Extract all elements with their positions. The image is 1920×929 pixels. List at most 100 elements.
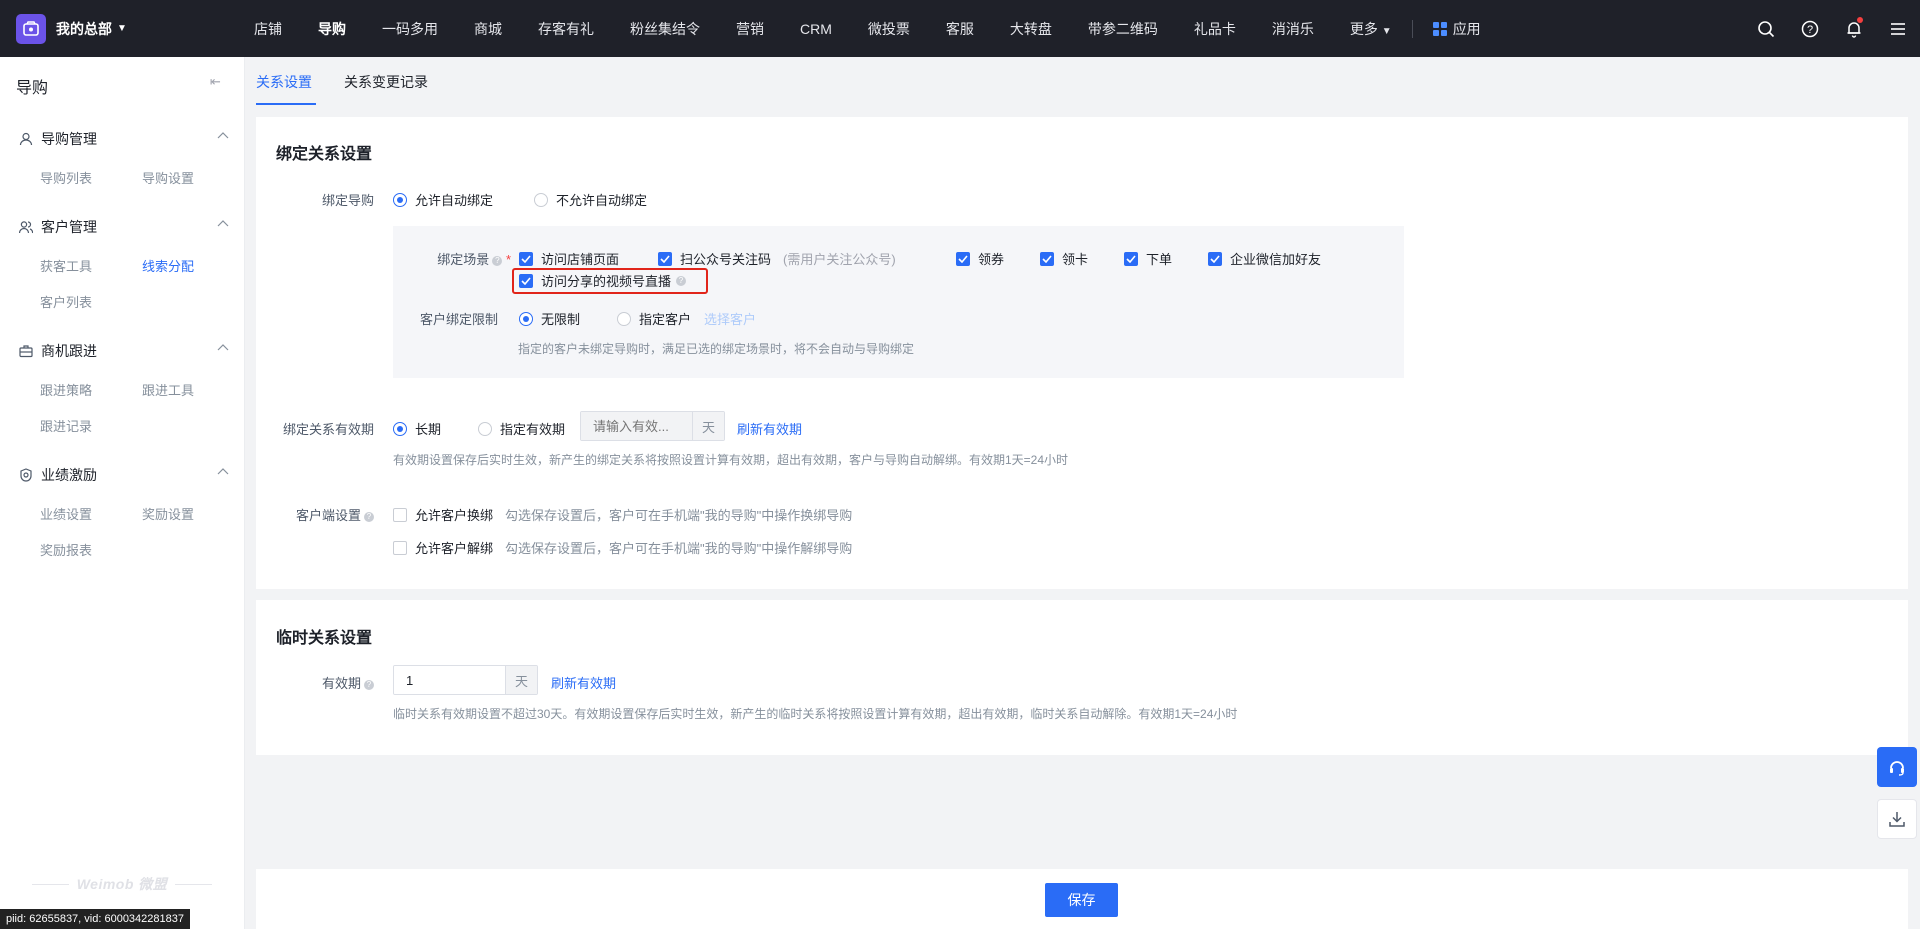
checkbox-card[interactable]: 领卡 bbox=[1040, 249, 1088, 268]
radio-label: 不允许自动绑定 bbox=[556, 193, 648, 208]
nav-item-fans[interactable]: 粉丝集结令 bbox=[630, 19, 700, 39]
sidebar-group-customer-management[interactable]: 客户管理 bbox=[19, 217, 229, 237]
nav-item-vote[interactable]: 微投票 bbox=[868, 19, 910, 39]
sidebar-item-reward-settings[interactable]: 奖励设置 bbox=[142, 504, 194, 523]
chevron-up-icon bbox=[217, 468, 229, 475]
radio-specified-validity[interactable]: 指定有效期 bbox=[478, 419, 565, 438]
sidebar-item-customer-list[interactable]: 客户列表 bbox=[40, 292, 92, 311]
sidebar-item-reward-report[interactable]: 奖励报表 bbox=[40, 540, 92, 559]
sidebar-item-guide-settings[interactable]: 导购设置 bbox=[142, 168, 194, 187]
sidebar-item-performance-settings[interactable]: 业绩设置 bbox=[40, 504, 92, 523]
checkbox-note: (需用户关注公众号) bbox=[783, 252, 896, 267]
help-icon[interactable]: ? bbox=[364, 512, 374, 522]
radio-long-term[interactable]: 长期 bbox=[393, 419, 441, 438]
weimob-logo: Weimob 微盟 bbox=[76, 876, 168, 892]
temp-validity-hint: 临时关系有效期设置不超过30天。有效期设置保存后实时生效，新产生的临时关系将按照… bbox=[393, 707, 1238, 721]
nav-item-giftcard[interactable]: 礼品卡 bbox=[1194, 19, 1236, 39]
checkbox-wecom-friend[interactable]: 企业微信加好友 bbox=[1208, 249, 1321, 268]
help-icon[interactable]: ? bbox=[492, 256, 503, 266]
refresh-temp-validity-link[interactable]: 刷新有效期 bbox=[551, 673, 616, 692]
unit-days-addon: 天 bbox=[505, 666, 537, 694]
checkbox-allow-rebind[interactable]: 允许客户换绑 勾选保存设置后，客户可在手机端"我的导购"中操作换绑导购 bbox=[393, 505, 852, 524]
sidebar-group-performance-incentive[interactable]: 业绩激励 bbox=[19, 465, 229, 485]
radio-label: 指定客户 bbox=[639, 312, 692, 327]
refresh-validity-link[interactable]: 刷新有效期 bbox=[737, 419, 802, 438]
temp-validity-input[interactable] bbox=[394, 666, 505, 694]
nav-item-gift[interactable]: 存客有礼 bbox=[538, 19, 594, 39]
collapse-sidebar-icon[interactable]: ⇤ bbox=[210, 74, 221, 90]
footer-action-bar: 保存 bbox=[256, 869, 1908, 929]
checkbox-label: 下单 bbox=[1146, 252, 1173, 267]
nav-item-crm[interactable]: CRM bbox=[800, 21, 832, 37]
checkbox-desc: 勾选保存设置后，客户可在手机端"我的导购"中操作解绑导购 bbox=[505, 541, 853, 556]
select-customer-link[interactable]: 选择客户 bbox=[704, 309, 756, 328]
bell-icon[interactable] bbox=[1832, 0, 1876, 57]
sidebar-group-opportunity-followup[interactable]: 商机跟进 bbox=[19, 341, 229, 361]
save-button[interactable]: 保存 bbox=[1045, 883, 1118, 917]
nav-item-more[interactable]: 更多 ▼ bbox=[1350, 19, 1392, 39]
radio-specified-customers[interactable]: 指定客户 bbox=[617, 309, 691, 328]
checkbox-allow-unbind[interactable]: 允许客户解绑 勾选保存设置后，客户可在手机端"我的导购"中操作解绑导购 bbox=[393, 538, 852, 557]
checkbox-visit-store[interactable]: 访问店铺页面 bbox=[519, 249, 619, 268]
nav-item-store[interactable]: 店铺 bbox=[254, 19, 282, 39]
help-icon[interactable]: ? bbox=[364, 680, 374, 690]
tab-relationship-change-log[interactable]: 关系变更记录 bbox=[344, 72, 428, 92]
nav-item-service[interactable]: 客服 bbox=[946, 19, 974, 39]
sidebar-item-followup-tools[interactable]: 跟进工具 bbox=[142, 380, 194, 399]
checkmark-icon bbox=[1210, 254, 1220, 263]
checkbox-label: 扫公众号关注码 bbox=[680, 252, 772, 267]
search-icon[interactable] bbox=[1744, 0, 1788, 57]
radio-label: 长期 bbox=[415, 422, 442, 437]
sidebar-group-guide-management[interactable]: 导购管理 bbox=[19, 129, 229, 149]
sidebar-item-followup-strategy[interactable]: 跟进策略 bbox=[40, 380, 92, 399]
nav-item-guide[interactable]: 导购 bbox=[318, 19, 346, 39]
client-settings-label: 客户端设置? bbox=[276, 505, 374, 524]
nav-item-wheel[interactable]: 大转盘 bbox=[1010, 19, 1052, 39]
sidebar-item-followup-records[interactable]: 跟进记录 bbox=[40, 416, 92, 435]
radio-allow-auto-bind[interactable]: 允许自动绑定 bbox=[393, 190, 493, 209]
nav-item-qrcode[interactable]: 带参二维码 bbox=[1088, 19, 1158, 39]
temp-validity-label: 有效期? bbox=[276, 673, 374, 692]
download-button[interactable] bbox=[1877, 799, 1917, 839]
radio-disallow-auto-bind[interactable]: 不允许自动绑定 bbox=[534, 190, 647, 209]
sidebar-item-lead-distribution[interactable]: 线索分配 bbox=[142, 256, 194, 275]
nav-item-marketing[interactable]: 营销 bbox=[736, 19, 764, 39]
help-icon[interactable]: ? bbox=[1788, 0, 1832, 57]
checkbox-scan-follow-code[interactable]: 扫公众号关注码 (需用户关注公众号) bbox=[658, 249, 896, 268]
brand-switcher[interactable]: 我的总部 ▼ bbox=[0, 0, 232, 57]
main-nav: 店铺 导购 一码多用 商城 存客有礼 粉丝集结令 营销 CRM 微投票 客服 大… bbox=[232, 0, 1481, 57]
radio-no-limit[interactable]: 无限制 bbox=[519, 309, 580, 328]
apps-button[interactable]: 应用 bbox=[1432, 19, 1481, 39]
checkbox-order[interactable]: 下单 bbox=[1124, 249, 1172, 268]
topbar-actions: ? bbox=[1744, 0, 1920, 57]
apps-label: 应用 bbox=[1452, 20, 1481, 37]
checkbox-label: 允许客户换绑 bbox=[415, 508, 494, 523]
checkbox-label: 访问店铺页面 bbox=[541, 252, 620, 267]
checkbox-box bbox=[1040, 251, 1054, 266]
nav-item-multi-code[interactable]: 一码多用 bbox=[382, 19, 438, 39]
radio-ring bbox=[393, 421, 407, 436]
menu-icon[interactable] bbox=[1876, 0, 1920, 57]
checkbox-coupon[interactable]: 领券 bbox=[956, 249, 1004, 268]
download-icon bbox=[1889, 812, 1905, 827]
sidebar-group-label: 业绩激励 bbox=[41, 467, 97, 483]
checkbox-label: 领券 bbox=[978, 252, 1005, 267]
radio-ring bbox=[478, 421, 492, 436]
nav-item-match[interactable]: 消消乐 bbox=[1272, 19, 1314, 39]
customer-service-button[interactable] bbox=[1877, 747, 1917, 787]
radio-label: 无限制 bbox=[541, 312, 581, 327]
required-mark: * bbox=[505, 252, 511, 267]
client-settings-label-text: 客户端设置 bbox=[295, 508, 361, 523]
nav-item-mall[interactable]: 商城 bbox=[474, 19, 502, 39]
radio-label: 允许自动绑定 bbox=[415, 193, 494, 208]
checkbox-box bbox=[1208, 251, 1222, 266]
highlight-annotation bbox=[512, 268, 708, 294]
sidebar-item-acquisition-tools[interactable]: 获客工具 bbox=[40, 256, 92, 275]
sidebar-title: 导购 bbox=[16, 80, 49, 97]
validity-days-input[interactable] bbox=[581, 412, 692, 440]
customer-limit-hint: 指定的客户未绑定导购时，满足已选的绑定场景时，将不会自动与导购绑定 bbox=[518, 342, 915, 356]
sidebar-item-guide-list[interactable]: 导购列表 bbox=[40, 168, 92, 187]
tab-relationship-settings[interactable]: 关系设置 bbox=[256, 72, 312, 92]
divider bbox=[175, 883, 213, 885]
validity-hint: 有效期设置保存后实时生效，新产生的绑定关系将按照设置计算有效期，超出有效期，客户… bbox=[393, 453, 1069, 467]
